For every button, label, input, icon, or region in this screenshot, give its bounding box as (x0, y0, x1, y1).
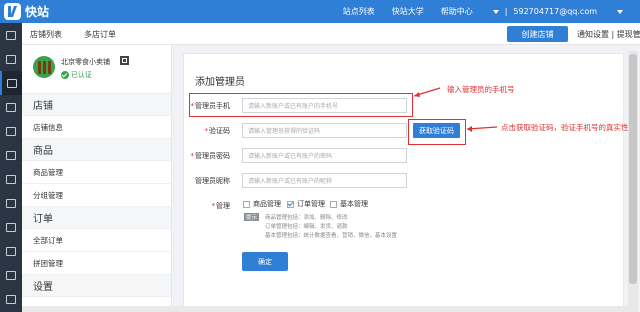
arrowhead (467, 126, 472, 132)
phone-annotation: 输入管理员的手机号 (447, 85, 515, 94)
annotation-arrows (413, 87, 498, 132)
vertical-scrollbar[interactable] (628, 51, 638, 312)
code-annotation: 点击获取验证码，验证手机号的真实性 (501, 123, 629, 132)
horizontal-scrollbar[interactable] (22, 306, 628, 312)
scrollbar-thumb[interactable] (629, 54, 637, 284)
